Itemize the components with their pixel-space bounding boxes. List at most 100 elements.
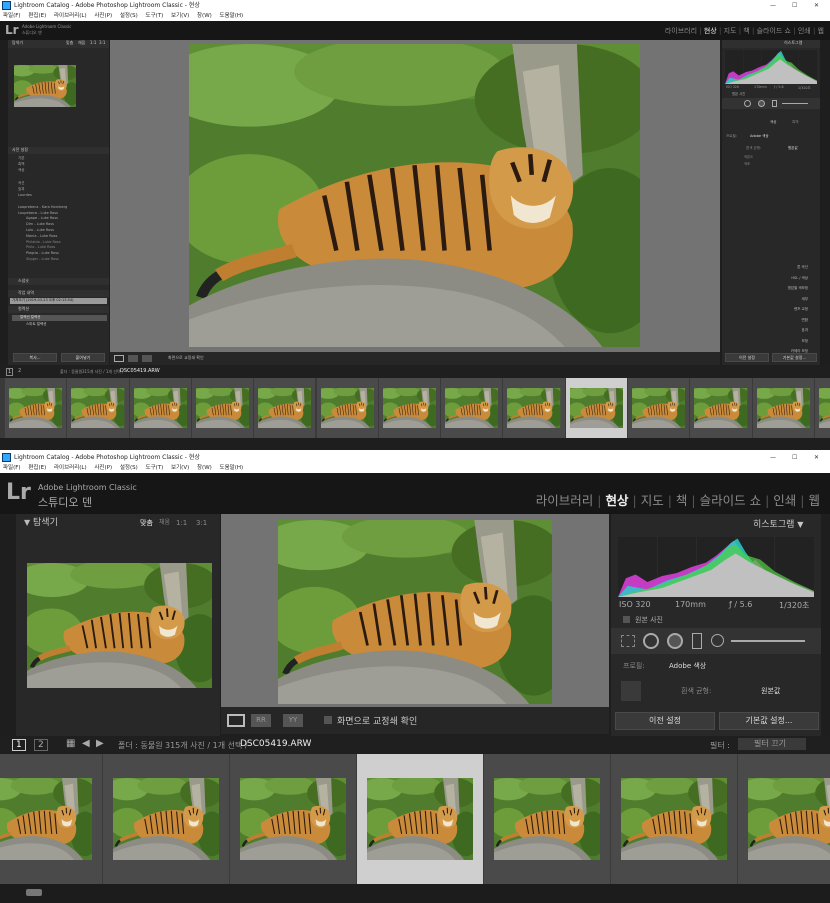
profile-value[interactable]: Adobe 색상 bbox=[750, 134, 769, 139]
eyedropper-icon[interactable] bbox=[621, 681, 641, 701]
section-calibration[interactable]: 보정 bbox=[724, 336, 808, 347]
folder-source[interactable]: 폴더 : 동물원 bbox=[60, 369, 82, 375]
original-photo-checkbox[interactable]: 원본 사진 bbox=[732, 91, 745, 96]
preset-item[interactable]: Looprebeca - Kara Hornberg bbox=[18, 205, 67, 211]
zoom-fill[interactable]: 채움 bbox=[78, 40, 85, 46]
module-web[interactable]: 웹 bbox=[808, 490, 820, 509]
section-hsl[interactable]: HSL / 색상 bbox=[724, 273, 808, 284]
minimize-button[interactable]: — bbox=[770, 452, 776, 463]
filmstrip-scrollbar[interactable] bbox=[0, 884, 830, 903]
reset-button[interactable]: 기본값 설정... bbox=[772, 353, 817, 362]
zoom-fill[interactable]: 채움 bbox=[159, 516, 170, 530]
page-1-button[interactable]: 1 bbox=[6, 368, 14, 376]
module-map[interactable]: 지도 bbox=[641, 490, 664, 509]
filmstrip-cell[interactable] bbox=[129, 378, 191, 438]
page-2-button[interactable]: 2 bbox=[18, 368, 21, 374]
navigator-preview[interactable] bbox=[27, 563, 212, 688]
menu-photo[interactable]: 사진(P) bbox=[94, 463, 112, 473]
loupe-view-icon[interactable] bbox=[227, 714, 245, 727]
treatment-bw[interactable]: 흑백 bbox=[792, 120, 798, 125]
section-transform[interactable]: 변환 bbox=[724, 315, 808, 326]
filmstrip-cell[interactable] bbox=[103, 754, 229, 884]
wb-value[interactable]: 원본값 bbox=[788, 146, 798, 151]
copy-button[interactable]: 복사... bbox=[13, 353, 57, 362]
menu-file[interactable]: 파일(F) bbox=[3, 11, 21, 21]
filmstrip-cell[interactable] bbox=[503, 378, 565, 438]
close-button[interactable]: ✕ bbox=[814, 0, 819, 11]
before-after-split-icon[interactable]: YY bbox=[283, 714, 303, 727]
module-map[interactable]: 지도 bbox=[724, 26, 737, 36]
softproof-label[interactable]: 화면으로 교정쇄 확인 bbox=[168, 355, 204, 361]
history-item[interactable]: 가져오기 (2019-03-23 오후 02:13:54) bbox=[10, 298, 107, 304]
snapshots-header[interactable]: 스냅숏 bbox=[8, 278, 109, 285]
module-web[interactable]: 웹 bbox=[818, 26, 824, 36]
navigator-preview[interactable] bbox=[14, 65, 76, 107]
module-book[interactable]: 책 bbox=[676, 490, 688, 509]
filter-select[interactable]: 필터 끄기 bbox=[738, 738, 806, 750]
section-effects[interactable]: 효과 bbox=[724, 325, 808, 336]
brush-slider[interactable] bbox=[782, 103, 808, 104]
before-after-split-icon[interactable] bbox=[142, 355, 152, 362]
main-photo[interactable] bbox=[189, 44, 640, 347]
filmstrip-cell[interactable] bbox=[254, 378, 316, 438]
histogram-header[interactable]: 히스토그램 bbox=[722, 40, 820, 48]
presets-header[interactable]: 사전 설정 bbox=[8, 147, 109, 154]
menu-tools[interactable]: 도구(T) bbox=[146, 463, 164, 473]
menu-window[interactable]: 창(W) bbox=[197, 11, 212, 21]
section-detail[interactable]: 세부 bbox=[724, 294, 808, 305]
module-develop[interactable]: 현상 bbox=[704, 26, 717, 36]
softproof-label[interactable]: 화면으로 교정쇄 확인 bbox=[337, 714, 417, 727]
maximize-button[interactable]: ☐ bbox=[792, 0, 797, 11]
filmstrip-cell[interactable] bbox=[441, 378, 503, 438]
folder-source[interactable]: 폴더 : 동물원 bbox=[118, 740, 163, 751]
spot-removal-icon[interactable] bbox=[744, 100, 751, 107]
filmstrip-cell[interactable] bbox=[690, 378, 752, 438]
filmstrip-cell-selected[interactable] bbox=[357, 754, 483, 884]
original-photo-checkbox[interactable]: 원본 사진 bbox=[635, 615, 663, 625]
softproof-checkbox[interactable] bbox=[324, 716, 332, 724]
filmstrip-cell[interactable] bbox=[628, 378, 690, 438]
collections-header[interactable]: 컬렉션 bbox=[8, 306, 109, 313]
filename[interactable]: DSC05419.ARW bbox=[120, 368, 160, 374]
before-after-icon[interactable] bbox=[128, 355, 138, 362]
filmstrip-cell-selected[interactable] bbox=[565, 378, 627, 438]
filename[interactable]: DSC05419.ARW bbox=[240, 739, 311, 749]
treatment-color[interactable]: 색상 bbox=[770, 120, 776, 125]
collection-item[interactable]: 스마트 컬렉션 bbox=[12, 322, 107, 328]
zoom-3-1[interactable]: 3:1 bbox=[196, 516, 207, 530]
filmstrip-cell[interactable] bbox=[230, 754, 356, 884]
module-library[interactable]: 라이브러리 bbox=[665, 26, 697, 36]
navigator-header[interactable]: ▼ 탐색기 맞춤 채움 1:1 3:1 bbox=[16, 516, 220, 530]
scroll-thumb[interactable] bbox=[26, 889, 42, 896]
filmstrip-cell[interactable] bbox=[316, 378, 378, 438]
menu-settings[interactable]: 설정(S) bbox=[120, 463, 138, 473]
filmstrip-cell[interactable] bbox=[611, 754, 737, 884]
filmstrip-cell[interactable] bbox=[5, 378, 67, 438]
back-arrow-icon[interactable]: ◀ bbox=[82, 738, 90, 749]
menu-view[interactable]: 보기(V) bbox=[171, 463, 189, 473]
zoom-1-1[interactable]: 1:1 bbox=[176, 516, 187, 530]
module-slideshow[interactable]: 슬라이드 쇼 bbox=[700, 490, 761, 509]
crop-icon[interactable] bbox=[621, 635, 635, 647]
menu-photo[interactable]: 사진(P) bbox=[94, 11, 112, 21]
paste-button[interactable]: 붙여넣기 bbox=[61, 353, 105, 362]
collection-item[interactable]: 컬렉션 컬렉션 bbox=[12, 315, 107, 321]
filmstrip-cell[interactable] bbox=[814, 378, 830, 438]
filmstrip-cell[interactable] bbox=[0, 754, 102, 884]
filmstrip-cell[interactable] bbox=[752, 378, 814, 438]
grid-icon[interactable]: ▦ bbox=[66, 738, 75, 749]
reset-button[interactable]: 기본값 설정... bbox=[719, 712, 819, 730]
wb-value[interactable]: 원본값 bbox=[761, 686, 780, 696]
menu-edit[interactable]: 편집(E) bbox=[28, 463, 46, 473]
forward-arrow-icon[interactable]: ▶ bbox=[96, 738, 104, 749]
module-book[interactable]: 책 bbox=[743, 26, 749, 36]
zoom-3-1[interactable]: 3:1 bbox=[99, 40, 105, 45]
before-after-icon[interactable]: RR bbox=[251, 714, 271, 727]
section-tone-curve[interactable]: 톤 곡선 bbox=[724, 262, 808, 273]
menu-library[interactable]: 라이브러리(L) bbox=[54, 11, 87, 21]
module-print[interactable]: 인쇄 bbox=[798, 26, 811, 36]
graduated-filter-icon[interactable] bbox=[772, 100, 777, 107]
loupe-view-icon[interactable] bbox=[114, 355, 124, 362]
filmstrip-cell[interactable] bbox=[738, 754, 830, 884]
section-lens[interactable]: 렌즈 교정 bbox=[724, 304, 808, 315]
